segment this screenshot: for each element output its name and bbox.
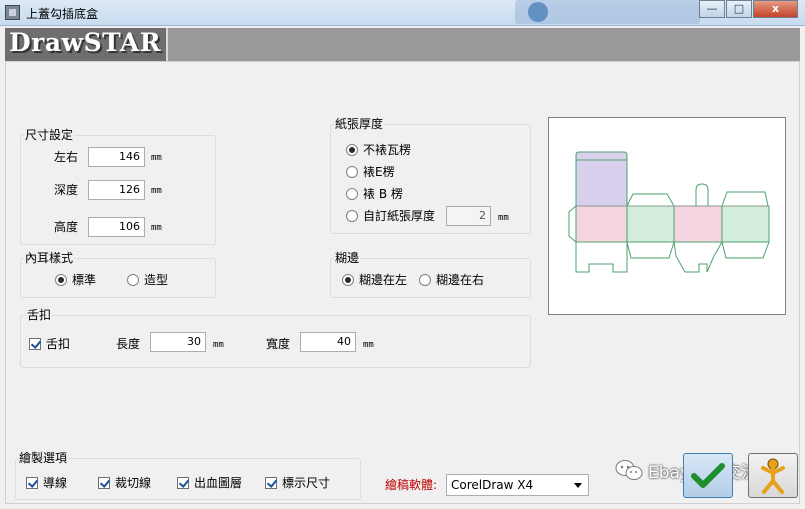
tongue-width-input[interactable]: 40 bbox=[300, 332, 356, 352]
tongue-checkbox-label[interactable]: 舌扣 bbox=[46, 337, 70, 351]
software-select-value: CorelDraw X4 bbox=[451, 478, 534, 492]
inner-ear-standard-label[interactable]: 標準 bbox=[72, 273, 96, 287]
depth-unit: mm bbox=[151, 186, 162, 196]
app-icon[interactable] bbox=[5, 5, 20, 20]
width-input[interactable]: 146 bbox=[88, 147, 145, 167]
inner-ear-standard-radio[interactable] bbox=[55, 274, 67, 286]
inner-ear-group-label: 內耳樣式 bbox=[24, 251, 75, 265]
paper-thickness-group-label: 紙張厚度 bbox=[334, 117, 385, 131]
guide-line-checkbox[interactable] bbox=[26, 477, 38, 489]
inner-ear-shaped-radio[interactable] bbox=[127, 274, 139, 286]
height-unit: mm bbox=[151, 223, 162, 233]
logo-text: DrawSTAR bbox=[9, 28, 162, 57]
exit-button[interactable] bbox=[748, 453, 798, 498]
minimize-button[interactable]: — bbox=[699, 0, 725, 18]
inner-ear-shaped-label[interactable]: 造型 bbox=[144, 273, 168, 287]
exit-icon bbox=[761, 458, 785, 494]
paper-no-corrugated-label[interactable]: 不裱瓦楞 bbox=[363, 143, 411, 157]
glue-left-label[interactable]: 糊邊在左 bbox=[359, 273, 407, 287]
glue-edge-group-label: 糊邊 bbox=[334, 251, 361, 265]
guide-line-label[interactable]: 導線 bbox=[43, 476, 67, 490]
height-input[interactable]: 106 bbox=[88, 217, 145, 237]
paper-b-flute-label[interactable]: 裱 B 楞 bbox=[363, 187, 403, 201]
show-dimensions-checkbox[interactable] bbox=[265, 477, 277, 489]
ok-button[interactable] bbox=[683, 453, 733, 498]
depth-input[interactable]: 126 bbox=[88, 180, 145, 200]
show-dimensions-label[interactable]: 標示尺寸 bbox=[282, 476, 330, 490]
tongue-length-label: 長度 bbox=[116, 337, 141, 351]
paper-b-flute-radio[interactable] bbox=[346, 188, 358, 200]
software-label: 繪稿軟體: bbox=[385, 478, 438, 492]
maximize-button[interactable]: □ bbox=[726, 0, 752, 18]
glue-right-radio[interactable] bbox=[419, 274, 431, 286]
tongue-group-label: 舌扣 bbox=[26, 308, 53, 322]
logo: DrawSTAR bbox=[5, 28, 168, 61]
width-label: 左右 bbox=[54, 150, 79, 164]
paper-custom-radio[interactable] bbox=[346, 210, 358, 222]
glue-left-radio[interactable] bbox=[342, 274, 354, 286]
draw-options-group-label: 繪製選項 bbox=[18, 451, 69, 465]
bleed-layer-checkbox[interactable] bbox=[177, 477, 189, 489]
tongue-width-label: 寬度 bbox=[266, 337, 291, 351]
paper-custom-label[interactable]: 自訂紙張厚度 bbox=[363, 209, 435, 223]
height-label: 高度 bbox=[54, 220, 79, 234]
glue-right-label[interactable]: 糊邊在右 bbox=[436, 273, 484, 287]
paper-custom-input[interactable]: 2 bbox=[446, 206, 491, 226]
paper-custom-unit: mm bbox=[498, 213, 509, 223]
box-preview bbox=[548, 117, 786, 315]
cut-line-label[interactable]: 裁切線 bbox=[115, 476, 151, 490]
width-unit: mm bbox=[151, 153, 162, 163]
check-icon bbox=[691, 463, 725, 488]
close-button[interactable]: x bbox=[753, 0, 798, 18]
box-dieline-diagram bbox=[568, 151, 770, 273]
cut-line-checkbox[interactable] bbox=[98, 477, 110, 489]
bleed-layer-label[interactable]: 出血圖層 bbox=[194, 476, 242, 490]
depth-label: 深度 bbox=[54, 183, 79, 197]
tongue-length-input[interactable]: 30 bbox=[150, 332, 206, 352]
paper-e-flute-radio[interactable] bbox=[346, 166, 358, 178]
tongue-length-unit: mm bbox=[213, 340, 224, 350]
dropdown-arrow-icon[interactable] bbox=[574, 483, 582, 488]
wechat-icon bbox=[615, 460, 643, 480]
software-select[interactable]: CorelDraw X4 bbox=[446, 474, 589, 496]
title-bar: 上蓋勾插底盒 — □ x bbox=[0, 0, 805, 26]
window-title: 上蓋勾插底盒 bbox=[26, 7, 99, 21]
tongue-checkbox[interactable] bbox=[29, 338, 41, 350]
paper-e-flute-label[interactable]: 裱E楞 bbox=[363, 165, 395, 179]
paper-no-corrugated-radio[interactable] bbox=[346, 144, 358, 156]
background-window-icon bbox=[528, 2, 548, 22]
dimensions-group-label: 尺寸設定 bbox=[24, 128, 75, 142]
tongue-width-unit: mm bbox=[363, 340, 374, 350]
